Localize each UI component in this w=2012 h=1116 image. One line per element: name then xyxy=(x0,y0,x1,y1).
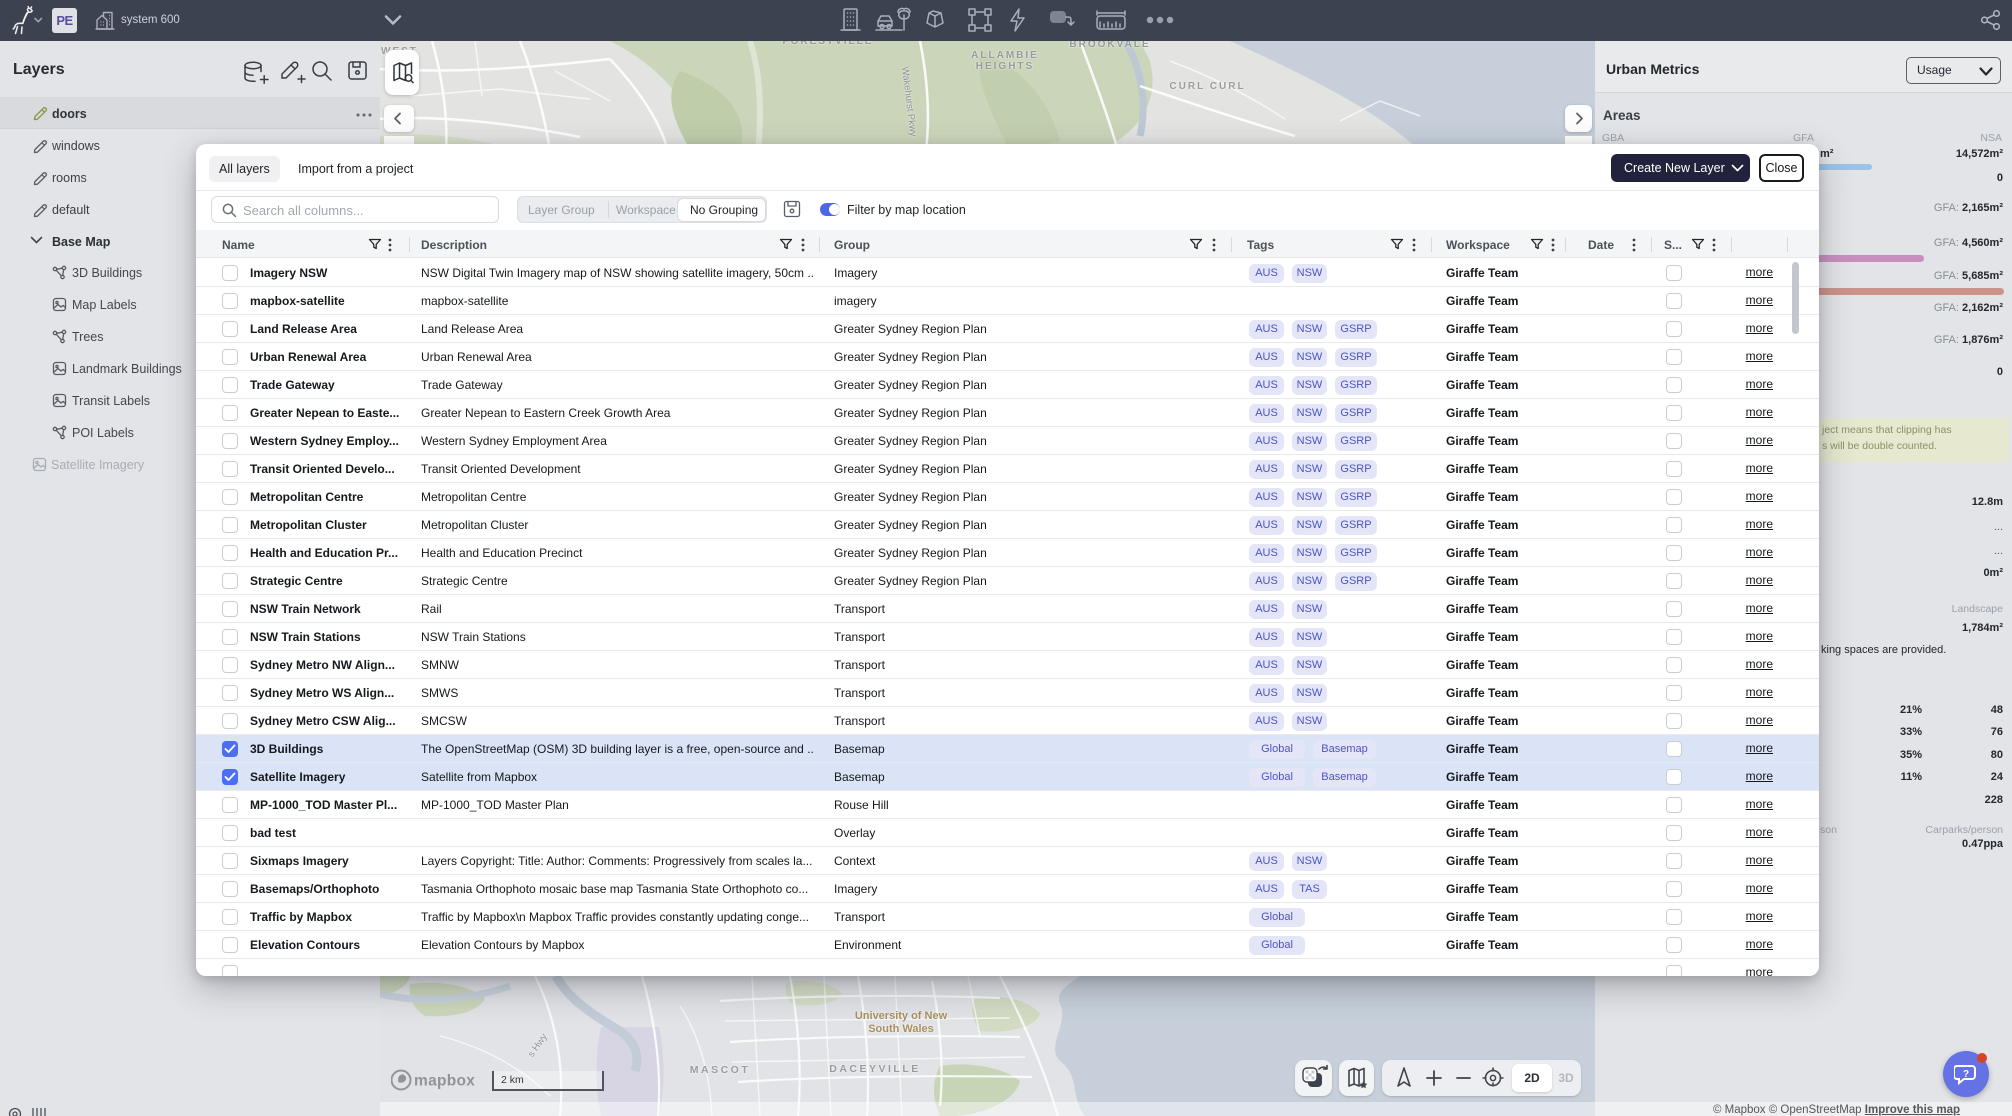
svg-text:?: ? xyxy=(1963,1069,1969,1080)
svg-text:mapbox: mapbox xyxy=(414,1073,475,1090)
